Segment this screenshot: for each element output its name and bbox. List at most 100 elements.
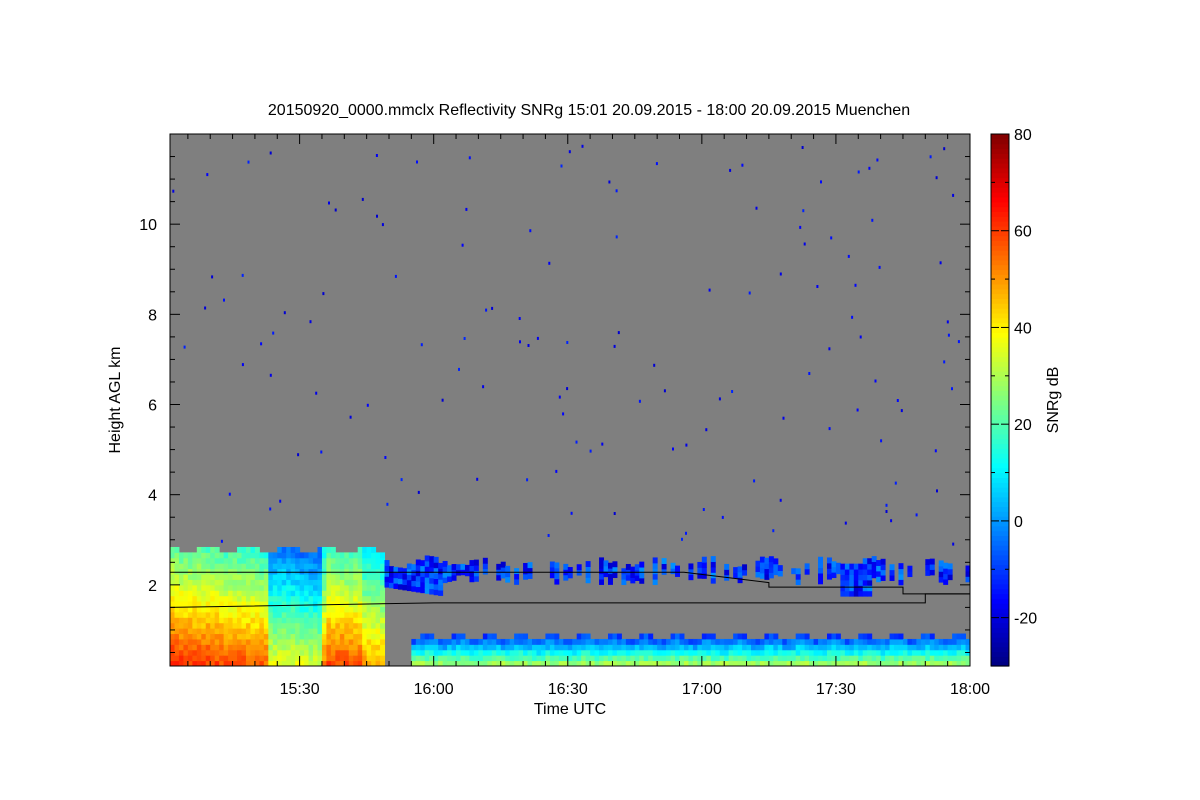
heatmap-cell	[835, 638, 841, 645]
heatmap-cell	[344, 606, 350, 613]
heatmap-cell	[241, 595, 247, 602]
heatmap-cell	[263, 568, 269, 575]
noise-pixel	[934, 449, 937, 453]
colorbar-swatch	[991, 245, 1009, 251]
heatmap-cell	[625, 649, 631, 656]
heatmap-cell	[679, 633, 685, 640]
heatmap-cell	[317, 590, 323, 597]
heatmap-cell	[344, 655, 350, 662]
heatmap-cell	[607, 649, 613, 656]
heatmap-cell	[178, 611, 184, 618]
noise-pixel	[685, 443, 688, 447]
heatmap-cell	[357, 584, 363, 591]
heatmap-cell	[339, 617, 345, 624]
heatmap-cell	[174, 590, 180, 597]
heatmap-cell	[281, 568, 287, 575]
heatmap-cell	[205, 590, 211, 597]
heatmap-cell	[411, 655, 417, 662]
heatmap-cell	[447, 638, 453, 645]
heatmap-cell	[192, 579, 198, 586]
noise-pixel	[820, 180, 822, 184]
heatmap-cell	[232, 595, 238, 602]
heatmap-cell	[344, 563, 350, 570]
colorbar: -20020406080	[990, 127, 1037, 667]
noise-pixel	[548, 261, 551, 265]
heatmap-cell	[205, 595, 211, 602]
heatmap-cell	[746, 638, 752, 645]
heatmap-cell	[858, 655, 864, 662]
heatmap-cell	[290, 590, 296, 597]
heatmap-cell	[304, 557, 310, 564]
heatmap-cell	[250, 557, 256, 564]
heatmap-cell	[232, 557, 238, 564]
heatmap-cell	[335, 568, 341, 575]
heatmap-cell	[210, 584, 216, 591]
heatmap-cell	[335, 557, 341, 564]
heatmap-cell	[961, 644, 967, 651]
noise-pixel	[172, 189, 175, 193]
heatmap-cell	[612, 633, 618, 640]
heatmap-cell	[755, 655, 761, 662]
noise-pixel	[334, 208, 337, 212]
heatmap-cell	[366, 606, 372, 613]
heatmap-cell	[281, 590, 287, 597]
heatmap-cell	[308, 601, 314, 607]
heatmap-cell	[710, 655, 716, 662]
heatmap-cell	[357, 644, 363, 651]
heatmap-cell	[429, 588, 435, 595]
heatmap-cell	[733, 655, 739, 662]
noise-pixel	[779, 272, 782, 276]
heatmap-cell	[380, 590, 386, 597]
noise-pixel	[748, 291, 751, 295]
heatmap-cell	[460, 655, 466, 662]
heatmap-cell	[263, 633, 269, 640]
heatmap-cell	[281, 601, 287, 607]
heatmap-cell	[348, 590, 354, 597]
heatmap-cell	[183, 622, 189, 629]
heatmap-cell	[268, 584, 274, 591]
heatmap-cell	[228, 649, 234, 656]
heatmap-cell	[429, 649, 435, 656]
heatmap-cell	[196, 622, 202, 629]
heatmap-cell	[840, 649, 846, 656]
heatmap-cell	[228, 557, 234, 564]
heatmap-cell	[313, 617, 318, 624]
heatmap-cell	[393, 583, 399, 589]
heatmap-cell	[433, 583, 439, 590]
colorbar-swatch	[991, 312, 1009, 319]
heatmap-cell	[254, 617, 260, 624]
heatmap-cell	[768, 644, 774, 651]
heatmap-cell	[666, 638, 672, 645]
colorbar-swatch	[991, 530, 1009, 537]
heatmap-cell	[263, 622, 269, 629]
heatmap-cell	[585, 566, 591, 573]
heatmap-cell	[433, 649, 439, 656]
heatmap-cell	[724, 649, 730, 656]
heatmap-cell	[366, 579, 372, 586]
heatmap-cell	[710, 638, 716, 645]
heatmap-cell	[223, 628, 229, 635]
heatmap-cell	[228, 552, 234, 559]
heatmap-cell	[317, 649, 323, 656]
heatmap-cell	[907, 571, 913, 578]
heatmap-cell	[755, 566, 761, 573]
heatmap-cell	[433, 556, 439, 563]
heatmap-cell	[192, 638, 198, 645]
heatmap-cell	[178, 595, 184, 602]
heatmap-cell	[929, 558, 935, 565]
heatmap-cell	[268, 633, 274, 640]
heatmap-cell	[675, 644, 680, 651]
heatmap-cell	[299, 584, 305, 591]
heatmap-cell	[210, 595, 216, 602]
heatmap-cell	[178, 584, 184, 591]
heatmap-cell	[782, 649, 788, 656]
heatmap-cell	[898, 644, 904, 651]
heatmap-cell	[205, 617, 211, 624]
heatmap-cell	[907, 644, 913, 651]
heatmap-cell	[429, 556, 435, 563]
heatmap-cell	[929, 633, 935, 640]
heatmap-cell	[254, 655, 260, 662]
heatmap-cell	[885, 644, 891, 651]
heatmap-cell	[339, 628, 345, 635]
heatmap-cell	[768, 561, 774, 568]
